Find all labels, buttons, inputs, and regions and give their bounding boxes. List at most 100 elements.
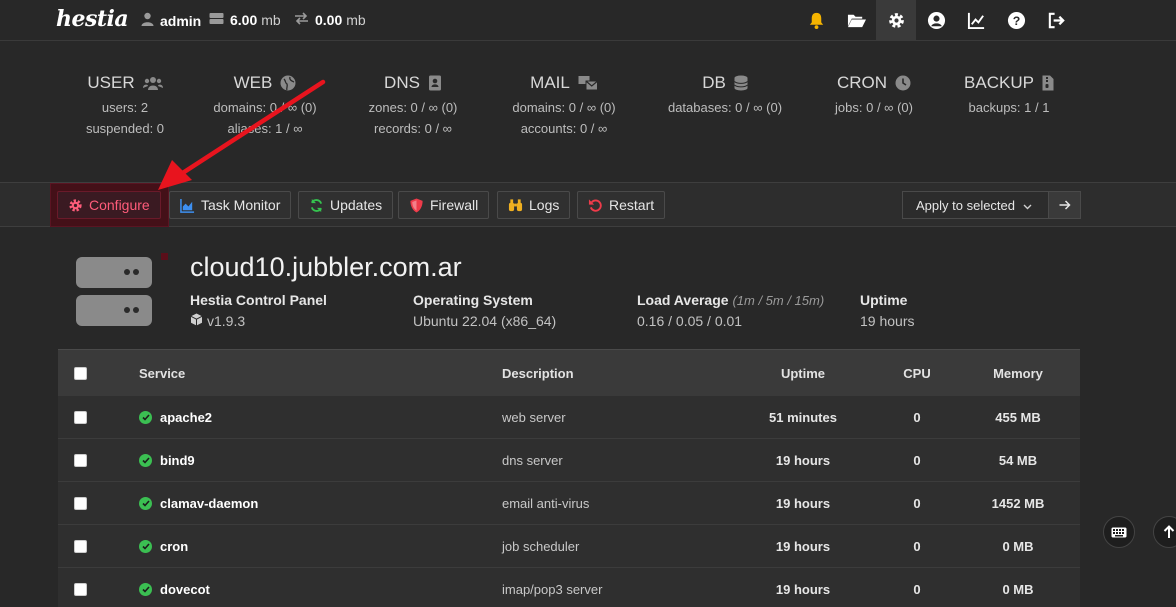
service-cpu: 0 [913, 409, 921, 425]
chevron-down-icon [1023, 198, 1032, 213]
stat-mail[interactable]: MAIL domains: 0 / ∞ (0) accounts: 0 / ∞ [494, 71, 634, 137]
header-memory[interactable]: Memory [978, 350, 1058, 396]
arrow-right-icon [1059, 200, 1071, 210]
service-name[interactable]: clamav-daemon [139, 482, 258, 524]
service-name[interactable]: apache2 [139, 396, 212, 438]
logs-label: Logs [529, 197, 560, 213]
chart-area-icon [180, 198, 195, 213]
stat-web-line-1: domains: 0 / ∞ (0) [213, 100, 317, 115]
service-cpu: 0 [913, 495, 921, 511]
firewall-label: Firewall [430, 197, 479, 213]
load-sub: (1m / 5m / 15m) [732, 293, 825, 308]
address-book-icon [428, 75, 442, 91]
top-navbar: hestia admin 6.00 mb 0.00 mb ? [0, 0, 1176, 41]
server-settings-button[interactable] [876, 0, 916, 41]
stat-mail-line-1: domains: 0 / ∞ (0) [512, 100, 616, 115]
logout-button[interactable] [1036, 0, 1076, 41]
service-label: bind9 [160, 452, 195, 468]
stat-cron-line-1: jobs: 0 / ∞ (0) [835, 100, 913, 115]
service-label: dovecot [160, 581, 210, 597]
apply-to-selected-select[interactable]: Apply to selected [902, 191, 1049, 219]
stat-backup[interactable]: BACKUP backups: 1 / 1 [939, 71, 1079, 116]
os-block: Operating System Ubuntu 22.04 (x86_64) [413, 290, 556, 332]
service-name[interactable]: dovecot [139, 568, 210, 607]
chart-line-icon [967, 12, 984, 30]
apply-submit-button[interactable] [1048, 191, 1081, 219]
task-monitor-button[interactable]: Task Monitor [169, 191, 292, 219]
scroll-top-button[interactable] [1153, 516, 1176, 548]
table-row: apache2 web server 51 minutes 0 455 MB [58, 396, 1080, 439]
stat-user-line-1: users: 2 [101, 100, 149, 115]
stat-db-line-1: databases: 0 / ∞ (0) [667, 100, 783, 115]
table-row: cron job scheduler 19 hours 0 0 MB [58, 525, 1080, 568]
help-button[interactable]: ? [996, 0, 1036, 41]
updates-label: Updates [330, 197, 383, 213]
row-checkbox[interactable] [74, 453, 87, 467]
stat-user[interactable]: USER users: 2 suspended: 0 [55, 71, 195, 137]
stat-web[interactable]: WEB domains: 0 / ∞ (0) aliases: 1 / ∞ [195, 71, 335, 137]
service-name[interactable]: cron [139, 525, 188, 567]
cube-icon [190, 311, 203, 332]
logout-icon [1048, 12, 1065, 29]
stat-cron-title: CRON [836, 73, 888, 92]
row-checkbox[interactable] [74, 410, 87, 424]
configure-button[interactable]: Configure [57, 191, 161, 219]
gear-icon [69, 198, 82, 212]
file-manager-button[interactable] [836, 0, 876, 41]
stat-dns[interactable]: DNS zones: 0 / ∞ (0) records: 0 / ∞ [343, 71, 483, 137]
status-indicator [161, 253, 168, 260]
stat-db[interactable]: DB databases: 0 / ∞ (0) [655, 71, 795, 116]
hestia-logo[interactable]: hestia [56, 6, 129, 32]
service-description: web server [502, 409, 566, 425]
configure-label: Configure [89, 197, 150, 213]
service-uptime: 19 hours [775, 452, 831, 468]
clock-icon [895, 75, 911, 91]
server-toolbar: Configure Task Monitor Updates Firewall … [0, 183, 1176, 227]
disk-value: 6.00 [230, 12, 258, 28]
select-all-checkbox[interactable] [74, 366, 87, 380]
keyboard-shortcuts-button[interactable] [1103, 516, 1135, 548]
service-uptime: 19 hours [775, 495, 831, 511]
header-description[interactable]: Description [502, 350, 574, 396]
row-checkbox[interactable] [74, 539, 87, 553]
stat-backup-line-1: backups: 1 / 1 [968, 100, 1050, 115]
arrow-up-icon [1163, 525, 1175, 538]
firewall-button[interactable]: Firewall [398, 191, 490, 219]
stat-cron[interactable]: CRON jobs: 0 / ∞ (0) [804, 71, 944, 116]
database-icon [733, 75, 748, 91]
stat-web-title: WEB [233, 73, 273, 92]
keyboard-icon [1111, 527, 1127, 537]
check-circle-icon [139, 539, 152, 553]
uptime-label: Uptime [860, 292, 908, 308]
svg-text:?: ? [1012, 14, 1020, 28]
service-cpu: 0 [913, 581, 921, 597]
service-memory: 54 MB [998, 452, 1038, 468]
row-checkbox[interactable] [74, 496, 87, 510]
load-block: Load Average (1m / 5m / 15m) 0.16 / 0.05… [637, 290, 824, 332]
updates-button[interactable]: Updates [298, 191, 394, 219]
service-name[interactable]: bind9 [139, 439, 195, 481]
header-service[interactable]: Service [139, 350, 185, 396]
stat-dns-title: DNS [384, 73, 420, 92]
header-cpu[interactable]: CPU [887, 350, 947, 396]
services-table: Service Description Uptime CPU Memory ap… [58, 349, 1080, 607]
row-checkbox[interactable] [74, 582, 87, 596]
load-value: 0.16 / 0.05 / 0.01 [637, 313, 743, 329]
panel-label: Hestia Control Panel [190, 292, 327, 308]
sync-icon [310, 198, 323, 212]
restart-button[interactable]: Restart [577, 191, 666, 219]
globe-icon [280, 75, 296, 91]
service-description: dns server [502, 452, 563, 468]
service-cpu: 0 [913, 452, 921, 468]
service-description: job scheduler [502, 538, 580, 554]
stat-mail-line-2: accounts: 0 / ∞ [520, 121, 608, 136]
folder-open-icon [847, 14, 866, 28]
user-info[interactable]: admin [141, 12, 205, 29]
header-uptime[interactable]: Uptime [758, 350, 848, 396]
notifications-button[interactable] [796, 0, 836, 41]
check-circle-icon [139, 453, 152, 467]
statistics-button[interactable] [956, 0, 996, 41]
service-uptime: 19 hours [775, 581, 831, 597]
logs-button[interactable]: Logs [497, 191, 571, 219]
account-button[interactable] [916, 0, 956, 41]
